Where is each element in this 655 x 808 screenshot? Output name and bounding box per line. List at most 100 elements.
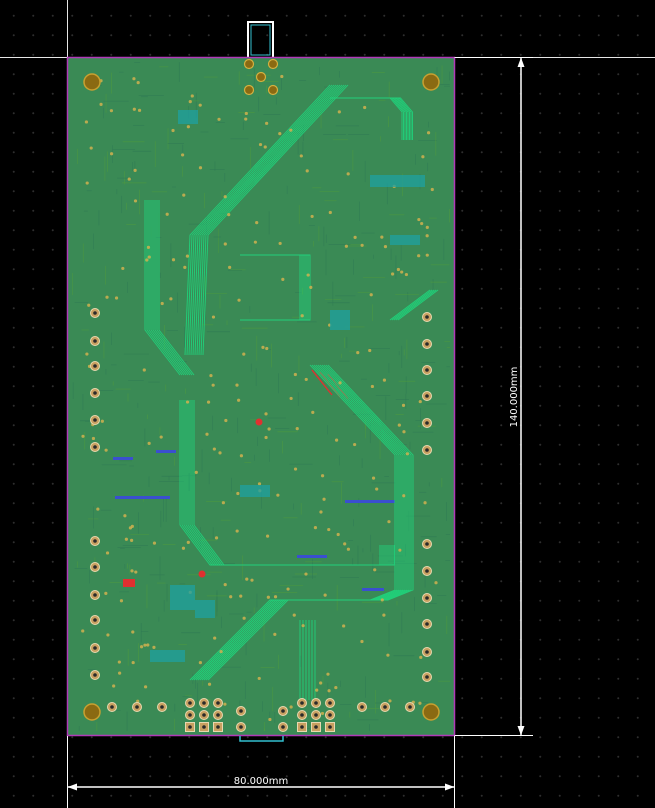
via [300,314,304,318]
via [236,491,240,496]
via [289,396,293,401]
pcb-board[interactable] [66,56,456,737]
via [425,234,429,238]
component-footprint [178,110,198,124]
via [137,108,142,112]
via [420,221,424,226]
via [121,266,125,271]
via [263,145,267,149]
pad-drill [135,705,139,709]
mounting-hole [83,703,101,721]
via [310,214,314,219]
via [87,303,91,307]
via [363,105,367,110]
via [169,297,173,301]
via [261,345,265,349]
via [315,688,319,692]
via [105,551,110,555]
pad-drill [93,445,97,449]
via [273,632,277,636]
via [228,265,232,269]
via [353,235,357,239]
via [380,598,384,602]
via [402,494,406,498]
via [223,583,227,587]
via [398,548,402,552]
via [143,685,148,689]
signal-bus-segment [156,450,176,453]
via [382,613,386,617]
via [185,254,190,258]
component-footprint [390,235,420,245]
via [313,525,318,530]
pcb-editor-canvas[interactable]: 80.000mm 140.000mm [0,0,655,808]
via [280,74,284,79]
via [278,241,282,246]
via [119,599,124,603]
via [334,438,339,442]
via [198,166,203,170]
via [388,699,392,703]
via [360,639,364,644]
width-dimension[interactable]: 80.000mm [67,736,455,808]
pad-drill [93,618,97,622]
via [142,368,146,372]
bottom-connector-outline[interactable] [239,736,284,742]
via [278,132,282,136]
via [139,645,144,649]
via [387,520,391,524]
via [368,348,372,353]
via [171,258,176,262]
via [190,94,194,98]
pad-drill [93,593,97,597]
via [109,152,114,156]
via [397,423,401,427]
height-dimension[interactable]: 140.000mm [454,57,534,736]
via [342,624,346,628]
via [319,681,323,685]
pad-drill [202,713,206,717]
via [419,655,423,659]
via [146,643,150,647]
via [404,272,409,277]
via [265,121,269,125]
via [423,501,427,505]
via [343,542,347,546]
via [244,117,248,121]
pad-drill [300,713,304,717]
pad-drill [425,342,429,346]
via [334,685,338,690]
via [218,451,222,455]
via [185,400,190,404]
via [207,682,212,686]
via [160,301,164,306]
pad-drill [93,646,97,650]
via [132,77,136,81]
pad-drill [281,709,285,713]
via [421,155,425,159]
via [146,245,151,249]
pad-drill [93,539,97,543]
via [188,100,192,104]
usb-connector-outline[interactable] [247,21,274,59]
via [109,109,114,113]
via [114,296,119,300]
pad-drill [239,709,243,713]
via [131,630,135,634]
via [224,418,228,423]
via [418,701,422,705]
via [265,534,270,538]
via [130,538,134,542]
usb-pin-hole [243,58,255,70]
via [206,400,211,404]
via [273,595,278,599]
via [181,153,185,157]
via [147,441,151,445]
pad-drill [360,705,364,709]
via [320,711,325,716]
width-dimension-label: 80.000mm [234,776,288,787]
pcb-layout-view[interactable]: 80.000mm 140.000mm [0,0,655,808]
via [217,117,221,121]
pad-drill [188,725,192,729]
via [386,653,390,657]
